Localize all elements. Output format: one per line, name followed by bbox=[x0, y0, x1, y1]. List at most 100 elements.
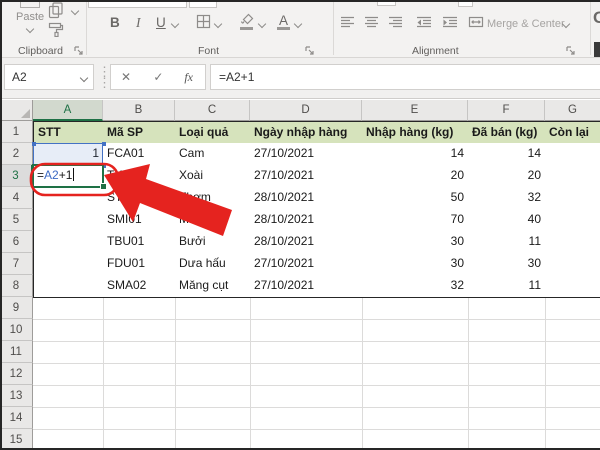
table-cell[interactable]: 14 bbox=[468, 143, 546, 166]
formula-input[interactable]: =A2+1 bbox=[210, 64, 600, 90]
table-cell[interactable]: 28/10/2021 bbox=[250, 231, 363, 254]
merge-center-button[interactable]: Merge & Center bbox=[487, 18, 565, 30]
table-cell[interactable]: 28/10/2021 bbox=[250, 187, 363, 210]
align-center-icon[interactable] bbox=[364, 16, 379, 29]
row-header-10[interactable]: 10 bbox=[0, 319, 33, 341]
table-cell[interactable]: SMA02 bbox=[103, 275, 176, 298]
table-header-cell[interactable]: Đã bán (kg) bbox=[468, 121, 546, 144]
table-cell[interactable]: 20 bbox=[362, 165, 469, 188]
row-header-13[interactable]: 13 bbox=[0, 385, 33, 407]
name-box-chevron-icon[interactable] bbox=[80, 74, 88, 82]
row-header-1[interactable]: 1 bbox=[0, 121, 33, 143]
name-box[interactable]: A2 bbox=[4, 64, 94, 90]
column-header-F[interactable]: F bbox=[468, 100, 545, 121]
table-cell[interactable]: 27/10/2021 bbox=[250, 143, 363, 166]
wrap-text-button-partial[interactable] bbox=[458, 0, 473, 7]
table-cell[interactable]: TXO bbox=[103, 165, 176, 188]
fill-color-icon[interactable] bbox=[239, 12, 255, 25]
copy-icon[interactable] bbox=[48, 2, 64, 19]
clipboard-dialog-launcher-icon[interactable] bbox=[74, 46, 84, 56]
select-all-corner[interactable] bbox=[0, 100, 33, 121]
table-header-cell[interactable]: Nhập hàng (kg) bbox=[362, 121, 469, 144]
row-header-2[interactable]: 2 bbox=[0, 143, 33, 165]
row-header-7[interactable]: 7 bbox=[0, 253, 33, 275]
paste-button[interactable]: Paste bbox=[16, 11, 44, 23]
table-cell[interactable]: Bưởi bbox=[175, 231, 251, 254]
table-cell[interactable]: STH bbox=[103, 187, 176, 210]
table-cell[interactable]: 27/10/2021 bbox=[250, 165, 363, 188]
fill-color-chevron-icon[interactable] bbox=[258, 20, 266, 28]
table-cell[interactable] bbox=[33, 253, 104, 276]
column-header-E[interactable]: E bbox=[362, 100, 468, 121]
table-cell[interactable]: Măng cụt bbox=[175, 275, 251, 298]
column-header-C[interactable]: C bbox=[175, 100, 250, 121]
table-cell[interactable]: 30 bbox=[362, 231, 469, 254]
column-header-B[interactable]: B bbox=[103, 100, 175, 121]
table-cell[interactable]: FDU01 bbox=[103, 253, 176, 276]
table-cell[interactable]: SMI01 bbox=[103, 209, 176, 232]
merge-center-icon[interactable] bbox=[468, 15, 484, 29]
table-cell[interactable] bbox=[33, 187, 104, 210]
table-header-cell[interactable]: Ngày nhập hàng bbox=[250, 121, 363, 144]
table-cell[interactable]: 32 bbox=[362, 275, 469, 298]
alignment-dialog-launcher-icon[interactable] bbox=[566, 46, 576, 56]
increase-indent-icon[interactable] bbox=[442, 16, 458, 29]
table-cell[interactable] bbox=[545, 275, 600, 298]
table-cell[interactable] bbox=[545, 231, 600, 254]
row-header-9[interactable]: 9 bbox=[0, 297, 33, 319]
fill-handle[interactable] bbox=[100, 183, 107, 190]
table-cell[interactable]: 30 bbox=[362, 253, 469, 276]
table-cell[interactable]: Mít bbox=[175, 209, 251, 232]
paste-chevron-icon[interactable] bbox=[26, 25, 34, 33]
table-cell[interactable]: 70 bbox=[362, 209, 469, 232]
underline-chevron-icon[interactable] bbox=[171, 20, 179, 28]
table-cell[interactable] bbox=[33, 209, 104, 232]
table-cell[interactable]: 11 bbox=[468, 231, 546, 254]
table-cell[interactable]: TBU01 bbox=[103, 231, 176, 254]
row-header-11[interactable]: 11 bbox=[0, 341, 33, 363]
row-header-4[interactable]: 4 bbox=[0, 187, 33, 209]
row-header-5[interactable]: 5 bbox=[0, 209, 33, 231]
table-cell[interactable]: Thơm bbox=[175, 187, 251, 210]
table-cell[interactable]: 11 bbox=[468, 275, 546, 298]
table-cell[interactable] bbox=[33, 231, 104, 254]
enter-icon[interactable]: ✓ bbox=[144, 65, 172, 89]
table-cell[interactable]: Xoài bbox=[175, 165, 251, 188]
table-cell[interactable]: 50 bbox=[362, 187, 469, 210]
table-cell[interactable]: Cam bbox=[175, 143, 251, 166]
font-color-button[interactable]: A bbox=[279, 13, 288, 28]
table-cell[interactable] bbox=[545, 209, 600, 232]
cancel-icon[interactable]: ✕ bbox=[111, 65, 141, 89]
table-cell[interactable]: 40 bbox=[468, 209, 546, 232]
underline-button[interactable]: U bbox=[156, 15, 166, 30]
decrease-indent-icon[interactable] bbox=[416, 16, 432, 29]
align-right-icon[interactable] bbox=[388, 16, 403, 29]
font-name-box-partial[interactable] bbox=[88, 0, 187, 8]
table-cell[interactable] bbox=[545, 253, 600, 276]
table-header-cell[interactable]: Mã SP bbox=[103, 121, 176, 144]
table-cell[interactable] bbox=[545, 165, 600, 188]
font-size-box-partial[interactable] bbox=[189, 0, 217, 8]
align-left-icon[interactable] bbox=[340, 16, 355, 29]
table-header-cell[interactable]: STT bbox=[33, 121, 104, 144]
table-cell[interactable]: 28/10/2021 bbox=[250, 209, 363, 232]
font-dialog-launcher-icon[interactable] bbox=[305, 46, 315, 56]
table-cell[interactable]: 27/10/2021 bbox=[250, 253, 363, 276]
font-color-chevron-icon[interactable] bbox=[294, 20, 302, 28]
column-header-D[interactable]: D bbox=[250, 100, 362, 121]
table-cell[interactable]: 30 bbox=[468, 253, 546, 276]
table-header-cell[interactable]: Còn lại bbox=[545, 121, 600, 144]
borders-icon[interactable] bbox=[196, 14, 211, 29]
row-header-8[interactable]: 8 bbox=[0, 275, 33, 297]
table-cell[interactable]: Dưa hấu bbox=[175, 253, 251, 276]
format-painter-icon[interactable] bbox=[48, 22, 64, 37]
orientation-button-partial[interactable] bbox=[377, 0, 396, 6]
italic-button[interactable]: I bbox=[136, 15, 141, 31]
row-header-12[interactable]: 12 bbox=[0, 363, 33, 385]
table-header-cell[interactable]: Loại quả bbox=[175, 121, 251, 144]
table-cell[interactable] bbox=[33, 275, 104, 298]
table-cell[interactable] bbox=[545, 187, 600, 210]
column-header-G[interactable]: G bbox=[545, 100, 600, 121]
copy-chevron-icon[interactable] bbox=[71, 7, 79, 15]
paste-icon[interactable] bbox=[20, 0, 40, 8]
